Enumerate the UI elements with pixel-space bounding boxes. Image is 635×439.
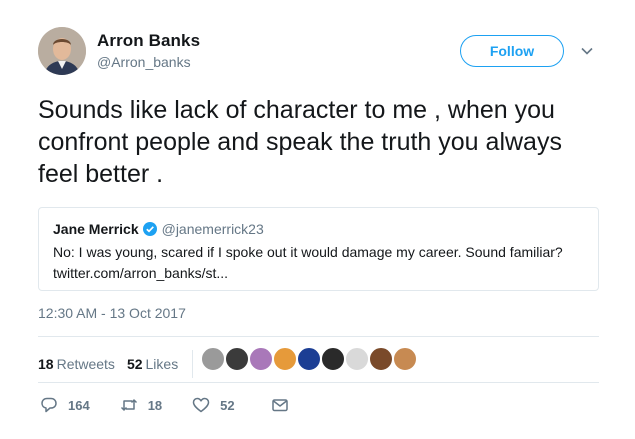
quoted-link[interactable]: twitter.com/arron_banks/st... bbox=[53, 263, 584, 284]
quoted-text: No: I was young, scared if I spoke out i… bbox=[53, 244, 563, 260]
liker-avatar[interactable] bbox=[248, 346, 274, 372]
quoted-tweet[interactable]: Jane Merrick @janemerrick23 No: I was yo… bbox=[38, 207, 599, 291]
verified-badge-icon bbox=[142, 222, 157, 236]
liker-avatar[interactable] bbox=[344, 346, 370, 372]
author-name[interactable]: Arron Banks bbox=[97, 31, 200, 51]
retweet-count: 18 bbox=[147, 397, 163, 413]
engagement-stats: 18 Retweets 52 Likes bbox=[38, 350, 205, 378]
reply-button[interactable]: 164 bbox=[40, 396, 90, 414]
author-handle[interactable]: @Arron_banks bbox=[97, 54, 191, 70]
liker-avatar[interactable] bbox=[272, 346, 298, 372]
direct-message-button[interactable] bbox=[271, 396, 289, 414]
liker-avatar[interactable] bbox=[296, 346, 322, 372]
envelope-icon bbox=[271, 399, 288, 412]
tweet-text: Sounds like lack of character to me , wh… bbox=[38, 96, 562, 188]
like-button[interactable]: 52 bbox=[192, 396, 235, 414]
liker-avatar[interactable] bbox=[392, 346, 418, 372]
reply-icon bbox=[41, 397, 57, 413]
divider bbox=[38, 382, 599, 383]
liker-avatar[interactable] bbox=[224, 346, 250, 372]
heart-icon bbox=[192, 397, 210, 413]
liker-avatar[interactable] bbox=[200, 346, 226, 372]
follow-button[interactable]: Follow bbox=[460, 35, 564, 67]
likes-count: 52 bbox=[126, 356, 143, 372]
tweet-actions: 164 18 52 bbox=[40, 396, 289, 414]
quoted-author-handle: @janemerrick23 bbox=[161, 221, 264, 237]
chevron-down-icon[interactable] bbox=[580, 44, 594, 58]
liker-avatars bbox=[200, 346, 418, 372]
liker-avatar[interactable] bbox=[320, 346, 346, 372]
tweet-timestamp[interactable]: 12:30 AM - 13 Oct 2017 bbox=[38, 305, 186, 321]
quoted-author-name: Jane Merrick bbox=[53, 221, 139, 237]
retweets-stat[interactable]: 18 Retweets bbox=[38, 356, 115, 372]
likes-label: Likes bbox=[145, 356, 179, 372]
retweet-icon bbox=[120, 399, 137, 411]
stats-separator bbox=[192, 350, 194, 378]
author-avatar[interactable] bbox=[38, 27, 86, 75]
divider bbox=[38, 336, 599, 337]
retweets-label: Retweets bbox=[56, 356, 115, 372]
liker-avatar[interactable] bbox=[368, 346, 394, 372]
retweets-count: 18 bbox=[38, 356, 54, 372]
like-count: 52 bbox=[220, 397, 235, 413]
retweet-button[interactable]: 18 bbox=[120, 396, 162, 414]
likes-stat[interactable]: 52 Likes bbox=[127, 356, 178, 372]
reply-count: 164 bbox=[68, 397, 90, 413]
